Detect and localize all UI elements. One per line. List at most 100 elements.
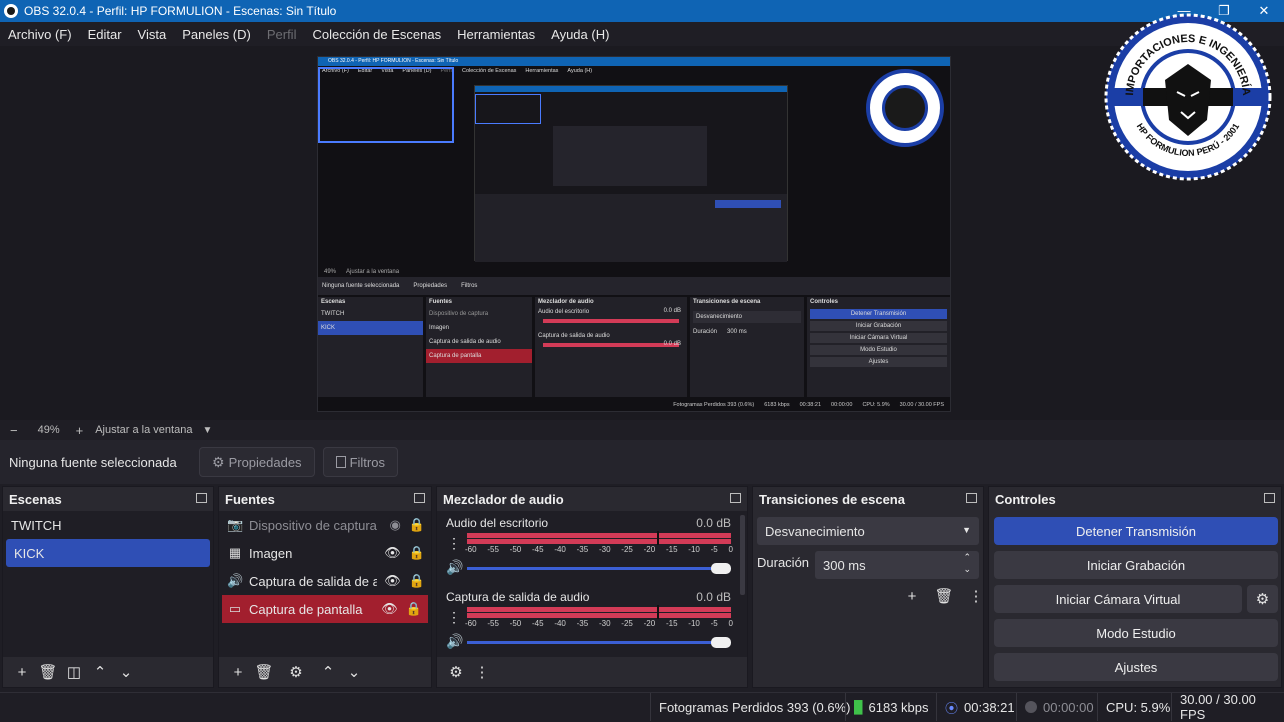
filters-button[interactable]: Filtros [322, 447, 398, 477]
menu-perfil[interactable]: Perfil [259, 27, 305, 42]
preview-canvas[interactable]: OBS 32.0.4 - Perfil: HP FORMULION - Esce… [317, 56, 951, 412]
nested-logo-inner [882, 85, 928, 131]
nested-dock-title: Mezclador de audio [538, 299, 594, 305]
nested-duration-row: Duración 300 ms [690, 327, 804, 337]
scrollbar[interactable] [740, 515, 745, 595]
speaker-icon[interactable]: 🔊 [446, 633, 463, 650]
menu-ayuda[interactable]: Ayuda (H) [543, 27, 617, 42]
float-icon[interactable] [730, 493, 741, 503]
volume-slider[interactable] [467, 641, 719, 644]
tick: -50 [509, 619, 522, 628]
gear-icon[interactable]: ⚙ [283, 661, 309, 683]
title-bar: OBS 32.0.4 - Perfil: HP FORMULION - Esce… [0, 0, 1284, 22]
menu-vista[interactable]: Vista [130, 27, 175, 42]
eye-hidden-icon[interactable]: ◉ [389, 517, 400, 533]
trash-icon[interactable]: 🗑 [35, 661, 61, 683]
menu-paneles[interactable]: Paneles (D) [174, 27, 259, 42]
move-down-icon[interactable]: ⌄ [113, 661, 139, 683]
menu-archivo[interactable]: Archivo (F) [0, 27, 80, 42]
trash-icon[interactable]: 🗑 [931, 585, 957, 607]
nested-channel: Captura de salida de audio [538, 333, 610, 339]
add-icon[interactable]: + [9, 661, 35, 683]
volume-slider-handle[interactable] [711, 563, 731, 574]
zoom-out-button[interactable]: − [10, 423, 18, 438]
volume-slider[interactable] [467, 567, 719, 570]
source-item[interactable]: 🔊 Captura de salida de audio 👁 🔒 [219, 567, 431, 595]
tick: -25 [621, 619, 633, 628]
chevron-down-icon[interactable]: ▼ [202, 425, 212, 436]
transitions-title: Transiciones de escena [759, 491, 905, 507]
settings-button[interactable]: Ajustes [994, 653, 1278, 681]
channel-name: Captura de salida de audio [446, 590, 590, 604]
more-vertical-icon[interactable]: ⋮ [447, 535, 461, 552]
nested-meter [543, 319, 679, 323]
duration-input[interactable]: 300 ms ⌃ ⌄ [815, 551, 979, 579]
zoom-in-button[interactable]: + [76, 423, 84, 438]
lock-icon[interactable]: 🔒 [409, 517, 425, 533]
lock-icon[interactable]: 🔒 [409, 545, 425, 561]
float-icon[interactable] [414, 493, 425, 503]
eye-icon[interactable]: 👁 [384, 573, 401, 589]
filter-icon[interactable]: ◫ [61, 661, 87, 683]
start-recording-button[interactable]: Iniciar Grabación [994, 551, 1278, 579]
speaker-icon[interactable]: 🔊 [446, 559, 463, 576]
float-icon[interactable] [966, 493, 977, 503]
sources-title: Fuentes [225, 491, 275, 507]
more-vertical-icon[interactable]: ⋮ [447, 609, 461, 626]
source-item[interactable]: 📷 Dispositivo de captura ◉ 🔒 [219, 511, 431, 539]
lock-icon[interactable]: 🔒 [409, 573, 425, 589]
transition-toolbar: + 🗑 ⋮ [899, 585, 989, 607]
float-icon[interactable] [196, 493, 207, 503]
source-label: Captura de pantalla [249, 601, 363, 617]
source-item[interactable]: ▦ Imagen 👁 🔒 [219, 539, 431, 567]
menu-coleccion[interactable]: Colección de Escenas [304, 27, 449, 42]
virtual-camera-settings-button[interactable]: ⚙ [1247, 585, 1278, 613]
properties-button[interactable]: ⚙ Propiedades [199, 447, 315, 477]
transition-select[interactable]: Desvanecimiento ▼ [757, 517, 979, 545]
menu-herramientas[interactable]: Herramientas [449, 27, 543, 42]
scenes-title: Escenas [9, 491, 62, 507]
move-up-icon[interactable]: ⌃ [315, 661, 341, 683]
scene-item[interactable]: KICK [6, 539, 210, 567]
audio-meter [467, 607, 731, 612]
nested-inner-stream-btn [715, 200, 781, 208]
mixer-channels: Audio del escritorio 0.0 dB ⋮ -60 -55 -50-… [437, 511, 747, 657]
add-icon[interactable]: + [225, 661, 251, 683]
scene-item[interactable]: TWITCH [3, 511, 213, 539]
studio-mode-button[interactable]: Modo Estudio [994, 619, 1278, 647]
move-up-icon[interactable]: ⌃ [87, 661, 113, 683]
eye-icon[interactable]: 👁 [381, 601, 398, 617]
advanced-audio-icon[interactable]: ⚙ [443, 661, 469, 683]
move-down-icon[interactable]: ⌄ [341, 661, 367, 683]
nested-dock-title: Transiciones de escena [693, 299, 761, 305]
window-title: OBS 32.0.4 - Perfil: HP FORMULION - Esce… [24, 4, 337, 18]
start-virtual-camera-button[interactable]: Iniciar Cámara Virtual [994, 585, 1242, 613]
menu-editar[interactable]: Editar [80, 27, 130, 42]
more-vertical-icon[interactable]: ⋮ [469, 661, 495, 683]
fit-window-label[interactable]: Ajustar a la ventana [95, 424, 192, 436]
zoom-value: 49% [37, 424, 60, 436]
source-item[interactable]: ▭ Captura de pantalla 👁 🔒 [222, 595, 428, 623]
more-vertical-icon[interactable]: ⋮ [963, 585, 989, 607]
stop-streaming-button[interactable]: Detener Transmisión [994, 517, 1278, 545]
tick: -5 [710, 619, 718, 628]
spin-down-icon[interactable]: ⌄ [963, 564, 971, 575]
volume-slider-handle[interactable] [711, 637, 731, 648]
add-icon[interactable]: + [899, 585, 925, 607]
preview-area[interactable]: OBS 32.0.4 - Perfil: HP FORMULION - Esce… [0, 13, 1284, 420]
source-row-icons: ◉ 🔒 [389, 517, 425, 533]
dropped-frames: Fotogramas Perdidos 393 (0.6%) [650, 693, 858, 721]
spin-up-icon[interactable]: ⌃ [963, 552, 971, 563]
nested-inner-box [475, 94, 541, 124]
transition-value: Desvanecimiento [765, 523, 865, 539]
lock-icon[interactable]: 🔒 [406, 601, 422, 617]
trash-icon[interactable]: 🗑 [251, 661, 277, 683]
nested-source: Captura de pantalla [426, 349, 532, 363]
float-icon[interactable] [1264, 493, 1275, 503]
controls-header: Controles [989, 487, 1281, 511]
nested-logo-image [866, 69, 944, 147]
eye-icon[interactable]: 👁 [384, 545, 401, 561]
source-label: Dispositivo de captura [249, 517, 377, 533]
nested-source: Imagen [429, 325, 450, 331]
nested-fit-label: Ajustar a la ventana [346, 269, 400, 275]
